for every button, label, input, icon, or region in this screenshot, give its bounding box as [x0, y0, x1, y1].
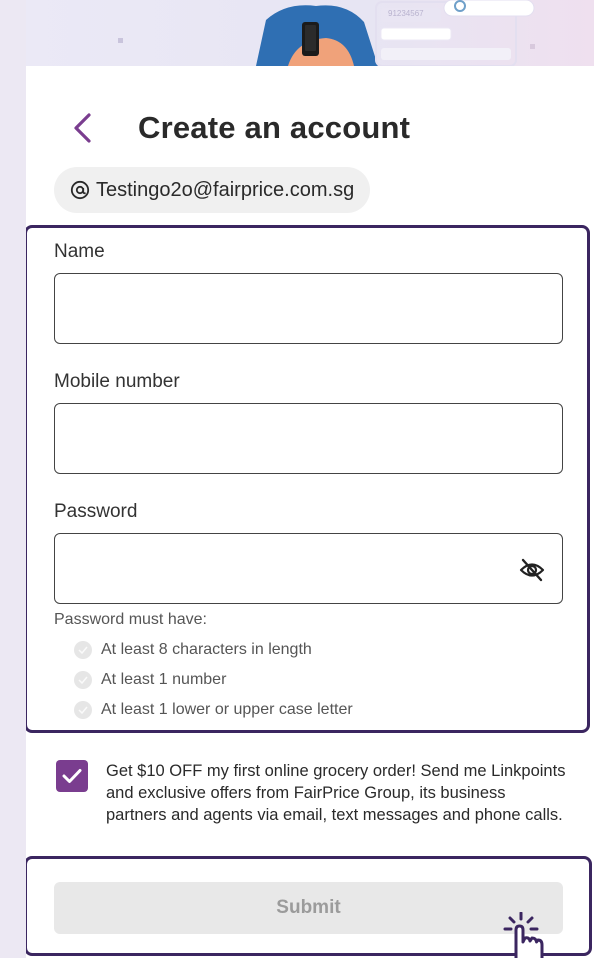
password-rule-text: At least 1 number — [101, 671, 227, 688]
at-sign-icon — [70, 180, 90, 200]
checkmark-icon — [62, 769, 82, 783]
signup-screen: 91234567 Create an account Testingo2o@fa… — [26, 0, 594, 958]
check-circle-icon — [74, 671, 92, 689]
hand-pointer-icon — [494, 911, 550, 958]
password-rule-text: At least 1 lower or upper case letter — [101, 701, 353, 718]
name-input[interactable] — [55, 274, 562, 343]
email-text: Testingo2o@fairprice.com.sg — [96, 178, 355, 201]
password-rule-item: At least 1 lower or upper case letter — [74, 701, 353, 719]
hero-phone-number-text: 91234567 — [388, 9, 424, 18]
name-label: Name — [54, 241, 105, 262]
page-title: Create an account — [138, 110, 411, 145]
mobile-field[interactable] — [54, 403, 563, 474]
consent-text: Get $10 OFF my first online grocery orde… — [106, 762, 566, 824]
password-field[interactable] — [54, 533, 563, 604]
mobile-label: Mobile number — [54, 371, 180, 392]
chevron-left-icon — [74, 113, 91, 143]
check-circle-icon — [74, 701, 92, 719]
name-field[interactable] — [54, 273, 563, 344]
check-circle-icon — [74, 641, 92, 659]
password-rule-item: At least 1 number — [74, 671, 226, 689]
submit-button[interactable]: Submit — [54, 882, 563, 934]
back-button[interactable] — [62, 108, 102, 148]
mobile-input[interactable] — [55, 404, 562, 473]
hero-illustration-art — [118, 0, 535, 66]
password-rule-text: At least 8 characters in length — [101, 641, 312, 658]
password-label: Password — [54, 501, 138, 522]
password-input[interactable] — [55, 534, 562, 603]
hero-illustration: 91234567 — [26, 0, 594, 66]
page-header: Create an account — [26, 100, 594, 156]
password-rules-title: Password must have: — [54, 611, 207, 628]
email-chip: Testingo2o@fairprice.com.sg — [54, 167, 371, 213]
consent-checkbox[interactable] — [56, 760, 88, 792]
password-rule-item: At least 8 characters in length — [74, 641, 312, 659]
eye-off-icon[interactable] — [518, 556, 546, 584]
